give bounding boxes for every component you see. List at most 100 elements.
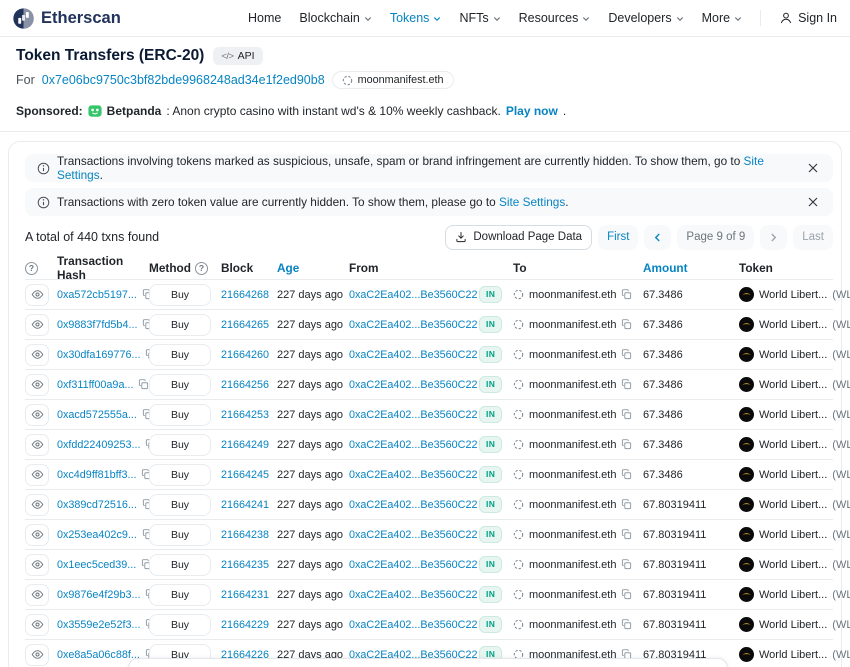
method-badge[interactable]: Buy xyxy=(149,524,211,546)
tx-hash-link[interactable]: 0xe8a5a06c88f... xyxy=(57,649,140,661)
copy-icon[interactable] xyxy=(621,349,632,360)
preview-eye-button[interactable] xyxy=(25,464,49,486)
site-settings-link[interactable]: Site Settings xyxy=(499,195,565,209)
tx-hash-link[interactable]: 0x3559e2e52f3... xyxy=(57,619,140,631)
from-address-link[interactable]: 0xaC2Ea402...Be3560C22 xyxy=(349,589,477,601)
token-link[interactable]: World Libert... (WLFI) xyxy=(739,437,833,452)
play-now-link[interactable]: Play now xyxy=(506,104,558,118)
from-address-link[interactable]: 0xaC2Ea402...Be3560C22 xyxy=(349,349,477,361)
address-name-tag[interactable]: moonmanifest.eth xyxy=(332,71,454,89)
from-address-link[interactable]: 0xaC2Ea402...Be3560C22 xyxy=(349,289,477,301)
from-address-link[interactable]: 0xaC2Ea402...Be3560C22 xyxy=(349,499,477,511)
token-link[interactable]: World Libert... (WLFI) xyxy=(739,527,833,542)
col-amount-sort[interactable]: Amount xyxy=(643,261,739,275)
help-icon[interactable]: ? xyxy=(195,262,208,275)
from-address-link[interactable]: 0xaC2Ea402...Be3560C22 xyxy=(349,619,477,631)
to-address-link[interactable]: moonmanifest.eth xyxy=(529,559,616,571)
help-icon[interactable]: ? xyxy=(25,262,38,275)
token-link[interactable]: World Libert... (WLFI) xyxy=(739,317,833,332)
token-link[interactable]: World Libert... (WLFI) xyxy=(739,407,833,422)
tx-hash-link[interactable]: 0x30dfa169776... xyxy=(57,349,140,361)
preview-eye-button[interactable] xyxy=(25,374,49,396)
preview-eye-button[interactable] xyxy=(25,614,49,636)
method-badge[interactable]: Buy xyxy=(149,284,211,306)
preview-eye-button[interactable] xyxy=(25,554,49,576)
copy-icon[interactable] xyxy=(621,559,632,570)
to-address-link[interactable]: moonmanifest.eth xyxy=(529,379,616,391)
token-link[interactable]: World Libert... (WLFI) xyxy=(739,287,833,302)
block-link[interactable]: 21664249 xyxy=(221,439,269,451)
method-badge[interactable]: Buy xyxy=(149,494,211,516)
preview-eye-button[interactable] xyxy=(25,344,49,366)
nav-item-blockchain[interactable]: Blockchain xyxy=(299,11,371,25)
block-link[interactable]: 21664245 xyxy=(221,469,269,481)
token-link[interactable]: World Libert... (WLFI) xyxy=(739,347,833,362)
last-page-button[interactable]: Last xyxy=(793,225,833,250)
from-address-link[interactable]: 0xaC2Ea402...Be3560C22 xyxy=(349,529,477,541)
to-address-link[interactable]: moonmanifest.eth xyxy=(529,439,616,451)
nav-item-more[interactable]: More xyxy=(702,11,742,25)
token-link[interactable]: World Libert... (WLFI) xyxy=(739,587,833,602)
block-link[interactable]: 21664260 xyxy=(221,349,269,361)
to-address-link[interactable]: moonmanifest.eth xyxy=(529,619,616,631)
to-address-link[interactable]: moonmanifest.eth xyxy=(529,319,616,331)
from-address-link[interactable]: 0xaC2Ea402...Be3560C22 xyxy=(349,319,477,331)
sign-in-button[interactable]: Sign In xyxy=(779,11,837,25)
block-link[interactable]: 21664229 xyxy=(221,619,269,631)
method-badge[interactable]: Buy xyxy=(149,374,211,396)
copy-icon[interactable] xyxy=(621,319,632,330)
method-badge[interactable]: Buy xyxy=(149,404,211,426)
to-address-link[interactable]: moonmanifest.eth xyxy=(529,349,616,361)
copy-icon[interactable] xyxy=(621,619,632,630)
to-address-link[interactable]: moonmanifest.eth xyxy=(529,529,616,541)
close-icon[interactable] xyxy=(805,160,821,176)
to-address-link[interactable]: moonmanifest.eth xyxy=(529,409,616,421)
token-link[interactable]: World Libert... (WLFI) xyxy=(739,647,833,662)
method-badge[interactable]: Buy xyxy=(149,344,211,366)
etherscan-logo[interactable]: Etherscan xyxy=(13,8,121,29)
token-link[interactable]: World Libert... (WLFI) xyxy=(739,377,833,392)
method-badge[interactable]: Buy xyxy=(149,554,211,576)
from-address-link[interactable]: 0xaC2Ea402...Be3560C22 xyxy=(349,379,477,391)
to-address-link[interactable]: moonmanifest.eth xyxy=(529,469,616,481)
tx-hash-link[interactable]: 0x253ea402c9... xyxy=(57,529,137,541)
token-link[interactable]: World Libert... (WLFI) xyxy=(739,467,833,482)
nav-item-home[interactable]: Home xyxy=(248,11,281,25)
method-badge[interactable]: Buy xyxy=(149,464,211,486)
copy-icon[interactable] xyxy=(621,499,632,510)
method-badge[interactable]: Buy xyxy=(149,584,211,606)
token-link[interactable]: World Libert... (WLFI) xyxy=(739,617,833,632)
preview-eye-button[interactable] xyxy=(25,284,49,306)
download-page-data-button[interactable]: Download Page Data xyxy=(445,225,592,250)
from-address-link[interactable]: 0xaC2Ea402...Be3560C22 xyxy=(349,439,477,451)
block-link[interactable]: 21664241 xyxy=(221,499,269,511)
from-address-link[interactable]: 0xaC2Ea402...Be3560C22 xyxy=(349,409,477,421)
block-link[interactable]: 21664235 xyxy=(221,559,269,571)
preview-eye-button[interactable] xyxy=(25,524,49,546)
from-address-link[interactable]: 0xaC2Ea402...Be3560C22 xyxy=(349,469,477,481)
preview-eye-button[interactable] xyxy=(25,314,49,336)
next-page-button[interactable] xyxy=(760,225,787,250)
first-page-button[interactable]: First xyxy=(598,225,638,250)
method-badge[interactable]: Buy xyxy=(149,314,211,336)
tx-hash-link[interactable]: 0xf311ff00a9a... xyxy=(57,379,133,391)
tx-hash-link[interactable]: 0x389cd72516... xyxy=(57,499,137,511)
token-link[interactable]: World Libert... (WLFI) xyxy=(739,557,833,572)
api-badge[interactable]: </> API xyxy=(213,47,262,65)
subject-address-link[interactable]: 0x7e06bc9750c3bf82bde9968248ad34e1f2ed90… xyxy=(42,73,325,87)
method-badge[interactable]: Buy xyxy=(149,614,211,636)
advertiser-name[interactable]: Betpanda xyxy=(107,104,162,118)
block-link[interactable]: 21664256 xyxy=(221,379,269,391)
copy-icon[interactable] xyxy=(138,379,149,390)
tx-hash-link[interactable]: 0xc4d9ff81bff3... xyxy=(57,469,136,481)
col-age-toggle[interactable]: Age xyxy=(277,261,349,275)
tx-hash-link[interactable]: 0xacd572555a... xyxy=(57,409,137,421)
close-icon[interactable] xyxy=(805,194,821,210)
nav-item-resources[interactable]: Resources xyxy=(519,11,591,25)
prev-page-button[interactable] xyxy=(644,225,671,250)
from-address-link[interactable]: 0xaC2Ea402...Be3560C22 xyxy=(349,559,477,571)
preview-eye-button[interactable] xyxy=(25,434,49,456)
block-link[interactable]: 21664231 xyxy=(221,589,269,601)
copy-icon[interactable] xyxy=(621,469,632,480)
token-link[interactable]: World Libert... (WLFI) xyxy=(739,497,833,512)
